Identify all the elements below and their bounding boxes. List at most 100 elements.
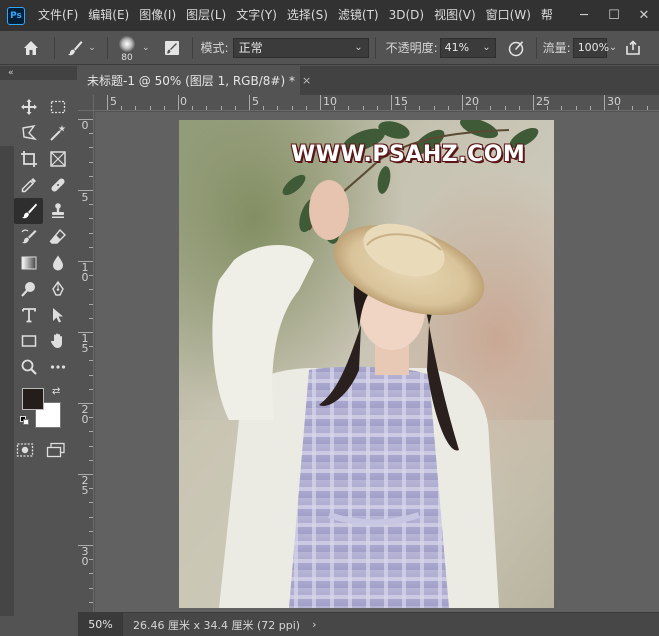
eraser-tool[interactable] (43, 224, 72, 250)
photo-image (179, 120, 554, 608)
crop-icon (20, 151, 37, 167)
default-colors-icon[interactable] (20, 416, 29, 425)
brush-tool[interactable] (14, 198, 43, 224)
move-tool[interactable] (14, 94, 43, 120)
healing-brush-tool[interactable] (43, 172, 72, 198)
collapse-icon[interactable]: « (8, 68, 14, 78)
blur-tool[interactable] (43, 250, 72, 276)
menu-type[interactable]: 文字(Y) (231, 0, 282, 31)
quick-mask-button[interactable] (16, 442, 36, 458)
vertical-ruler-ticks (78, 119, 93, 603)
menu-view[interactable]: 视图(V) (429, 0, 481, 31)
eyedropper-tool[interactable] (14, 172, 43, 198)
menu-edit[interactable]: 编辑(E) (83, 0, 134, 31)
separator (374, 36, 376, 59)
home-icon (24, 40, 38, 55)
ruler-label: 5 (81, 191, 89, 204)
document-canvas[interactable]: WWW.PSAHZ.COM (179, 120, 554, 608)
home-button[interactable] (14, 39, 48, 57)
chevron-down-icon[interactable]: ⌄ (142, 43, 150, 53)
mode-label: 模式: (200, 41, 229, 55)
chevron-down-icon: ⌄ (88, 42, 96, 53)
horizontal-ruler[interactable]: 5 0 5 10 15 20 25 30 (94, 95, 659, 111)
frame-tool[interactable] (43, 146, 72, 172)
pen-icon (51, 280, 64, 296)
separator (107, 36, 108, 59)
menu-file[interactable]: 文件(F) (33, 0, 83, 31)
pressure-opacity-button[interactable] (502, 39, 530, 57)
menu-3d[interactable]: 3D(D) (384, 0, 429, 31)
pen-tool[interactable] (43, 276, 72, 302)
ruler-label: 5 (110, 95, 117, 108)
brush-settings-panel-button[interactable] (158, 39, 186, 57)
flow-value: 100% (577, 41, 610, 54)
brush-size-value: 80 (121, 52, 133, 63)
foreground-color-swatch[interactable] (22, 388, 44, 410)
flow-input[interactable]: 100% (572, 37, 610, 58)
maximize-button[interactable]: ☐ (599, 0, 629, 31)
hand-icon (50, 333, 62, 348)
crop-tool[interactable] (14, 146, 43, 172)
screen-mode-icon (46, 442, 65, 458)
flow-label: 流量: (542, 41, 571, 55)
blend-mode-select[interactable]: 正常 ⌄ (232, 37, 369, 58)
horizontal-ruler-ticks (107, 95, 648, 110)
status-menu-arrow-icon[interactable]: › (312, 618, 316, 631)
screen-mode-button[interactable] (46, 442, 66, 458)
magic-wand-tool[interactable] (43, 120, 72, 146)
opacity-input[interactable]: 41% ⌄ (439, 37, 496, 58)
path-selection-tool[interactable] (43, 302, 72, 328)
window-controls: ─ ☐ ✕ (569, 0, 659, 31)
marquee-tool[interactable] (43, 94, 72, 120)
menu-help[interactable]: 帮 (536, 0, 558, 31)
bandage-icon (50, 178, 65, 192)
share-button[interactable] (621, 39, 645, 57)
eyedropper-icon (21, 178, 36, 193)
panel-edge-strip (0, 146, 14, 616)
ruler-origin[interactable] (78, 95, 94, 111)
menu-layer[interactable]: 图层(L) (181, 0, 231, 31)
tools-panel: « ⇄ (0, 66, 77, 636)
menu-image[interactable]: 图像(I) (134, 0, 181, 31)
gradient-tool[interactable] (14, 250, 43, 276)
marquee-icon (50, 100, 65, 114)
menu-window[interactable]: 窗口(W) (481, 0, 536, 31)
share-icon (626, 39, 640, 55)
tools-panel-header[interactable]: « (0, 66, 77, 80)
ruler-label: 1 0 (81, 261, 89, 284)
history-brush-tool[interactable] (14, 224, 43, 250)
menu-bar: Ps 文件(F) 编辑(E) 图像(I) 图层(L) 文字(Y) 选择(S) 滤… (0, 0, 659, 31)
rectangle-tool[interactable] (14, 328, 43, 354)
brush-size-picker[interactable]: 80 (114, 33, 140, 63)
blend-mode-value: 正常 (238, 41, 263, 55)
menu-select[interactable]: 选择(S) (282, 0, 333, 31)
minimize-button[interactable]: ─ (569, 0, 599, 31)
history-brush-icon (20, 229, 36, 244)
type-tool[interactable] (14, 302, 43, 328)
hand-tool[interactable] (43, 328, 72, 354)
ruler-label: 0 (81, 119, 89, 132)
vertical-ruler[interactable]: 0 5 1 0 1 5 2 0 2 5 3 0 (78, 111, 94, 612)
document-tab[interactable]: 未标题-1 @ 50% (图层 1, RGB/8#) * × (78, 66, 311, 95)
tool-preset-picker[interactable]: ⌄ (61, 39, 101, 57)
frame-icon (49, 151, 66, 167)
lasso-tool[interactable] (14, 120, 43, 146)
swap-colors-icon[interactable]: ⇄ (52, 386, 60, 397)
close-tab-icon[interactable]: × (302, 74, 311, 87)
photoshop-logo-icon: Ps (7, 6, 25, 25)
dodge-tool[interactable] (14, 276, 43, 302)
brush-icon (21, 203, 37, 219)
clone-stamp-tool[interactable] (43, 198, 72, 224)
zoom-tool[interactable] (14, 354, 43, 380)
chevron-down-icon[interactable]: ⌄ (609, 42, 617, 53)
ruler-label: 20 (465, 95, 479, 108)
zoom-level-field[interactable]: 50% (78, 612, 123, 636)
document-tab-bar: 未标题-1 @ 50% (图层 1, RGB/8#) * × (78, 66, 659, 95)
more-tools-button[interactable] (43, 354, 72, 380)
more-dots-icon (50, 365, 65, 369)
canvas-workspace[interactable]: WWW.PSAHZ.COM (95, 112, 659, 612)
ruler-label: 3 0 (81, 545, 89, 568)
chevron-down-icon: ⌄ (482, 42, 491, 53)
close-window-button[interactable]: ✕ (629, 0, 659, 31)
menu-filter[interactable]: 滤镜(T) (333, 0, 384, 31)
